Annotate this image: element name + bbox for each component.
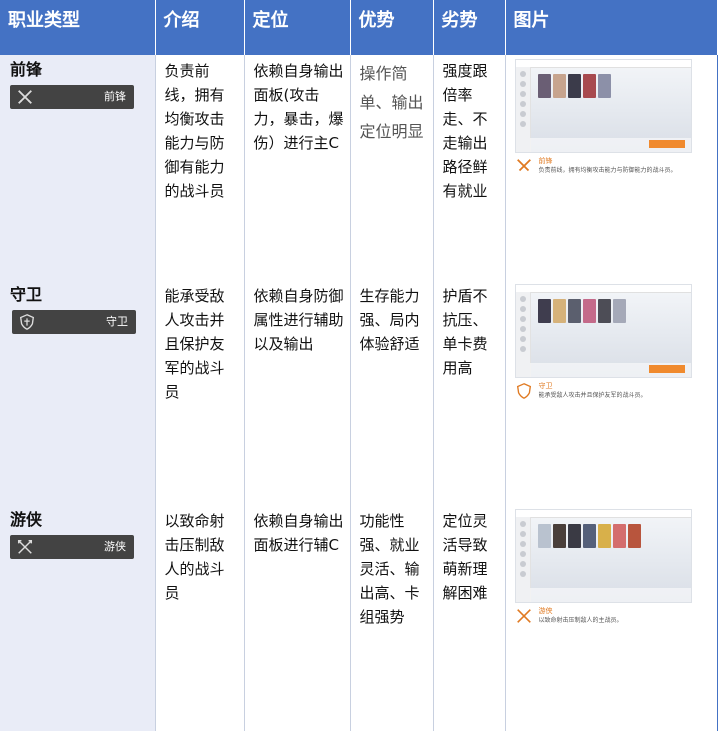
image-cell: 前锋负责前线，拥有均衡攻击能力与防御能力的战斗员。 [505, 55, 718, 280]
caption-text: 能承受敌人攻击并且保护友军的战斗员。 [538, 392, 647, 399]
crossed-arrows-icon [17, 539, 33, 554]
type-name: 前锋 [10, 60, 43, 79]
header-position: 定位 [244, 0, 351, 55]
type-badge: 游侠 [10, 535, 134, 559]
caption-title: 前锋 [538, 157, 553, 165]
intro-cell: 能承受敌人攻击并且保护友军的战斗员 [155, 280, 245, 505]
position-cell: 依赖自身输出面板进行辅C [244, 505, 351, 731]
game-screenshot [514, 284, 692, 378]
table-row: 守卫 守卫 能承受敌人攻击并且保护友军的战斗员 依赖自身防御属性进行辅助以及输出… [0, 280, 718, 505]
class-table: 职业类型 介绍 定位 优势 劣势 图片 前锋 前锋 负责前线，拥有均衡攻击能力与… [0, 0, 718, 731]
type-cell: 游侠 游侠 [0, 505, 156, 731]
type-name: 游侠 [10, 510, 43, 529]
badge-label: 守卫 [106, 315, 128, 328]
header-advantage: 优势 [350, 0, 434, 55]
crossed-arrows-icon [516, 609, 531, 623]
badge-label: 游侠 [104, 540, 126, 553]
type-cell: 前锋 前锋 [0, 55, 156, 280]
crossed-swords-icon [18, 90, 32, 104]
header-image: 图片 [505, 0, 717, 55]
screenshot-caption: 游侠以致命射击压制敌人的主战员。 [515, 607, 690, 625]
table-row: 前锋 前锋 负责前线，拥有均衡攻击能力与防御有能力的战斗员 依赖自身输出面板(攻… [0, 55, 718, 280]
badge-label: 前锋 [104, 90, 126, 103]
intro-cell: 负责前线，拥有均衡攻击能力与防御有能力的战斗员 [155, 55, 245, 280]
caption-text: 以致命射击压制敌人的主战员。 [538, 617, 623, 624]
crossed-swords-icon [516, 159, 531, 172]
advantage-cell: 功能性强、就业灵活、输出高、卡组强势 [350, 505, 434, 731]
caption-text: 负责前线，拥有均衡攻击能力与防御能力的战斗员。 [538, 167, 677, 174]
header-row: 职业类型 介绍 定位 优势 劣势 图片 [0, 0, 717, 55]
disadvantage-cell: 定位灵活导致萌新理解困难 [433, 505, 506, 731]
advantage-cell: 操作简单、输出定位明显 [350, 55, 434, 280]
image-cell: 守卫能承受敌人攻击并且保护友军的战斗员。 [505, 280, 718, 505]
intro-cell: 以致命射击压制敌人的战斗员 [155, 505, 245, 731]
table-row: 游侠 游侠 以致命射击压制敌人的战斗员 依赖自身输出面板进行辅C 功能性强、就业… [0, 505, 718, 731]
disadvantage-cell: 护盾不抗压、单卡费用高 [433, 280, 506, 505]
position-cell: 依赖自身输出面板(攻击力，暴击，爆伤）进行主C [244, 55, 351, 280]
screenshot-caption: 前锋负责前线，拥有均衡攻击能力与防御能力的战斗员。 [515, 157, 690, 175]
type-badge: 守卫 [12, 310, 136, 334]
header-disadvantage: 劣势 [433, 0, 506, 55]
disadvantage-cell: 强度跟倍率走、不走输出路径鲜有就业 [433, 55, 506, 280]
shield-icon [19, 314, 35, 330]
game-screenshot [514, 59, 692, 153]
shield-icon [516, 383, 531, 399]
image-cell: 游侠以致命射击压制敌人的主战员。 [505, 505, 718, 731]
game-screenshot [514, 509, 692, 603]
advantage-cell: 生存能力强、局内体验舒适 [350, 280, 434, 505]
advantage-text: 操作简单、输出定位明显 [359, 64, 424, 141]
position-cell: 依赖自身防御属性进行辅助以及输出 [244, 280, 351, 505]
type-name: 守卫 [10, 285, 43, 304]
type-cell: 守卫 守卫 [0, 280, 156, 505]
type-badge: 前锋 [10, 85, 134, 109]
caption-title: 守卫 [538, 382, 553, 390]
caption-title: 游侠 [538, 607, 553, 615]
header-intro: 介绍 [155, 0, 245, 55]
header-type: 职业类型 [0, 0, 156, 55]
screenshot-caption: 守卫能承受敌人攻击并且保护友军的战斗员。 [515, 382, 690, 400]
